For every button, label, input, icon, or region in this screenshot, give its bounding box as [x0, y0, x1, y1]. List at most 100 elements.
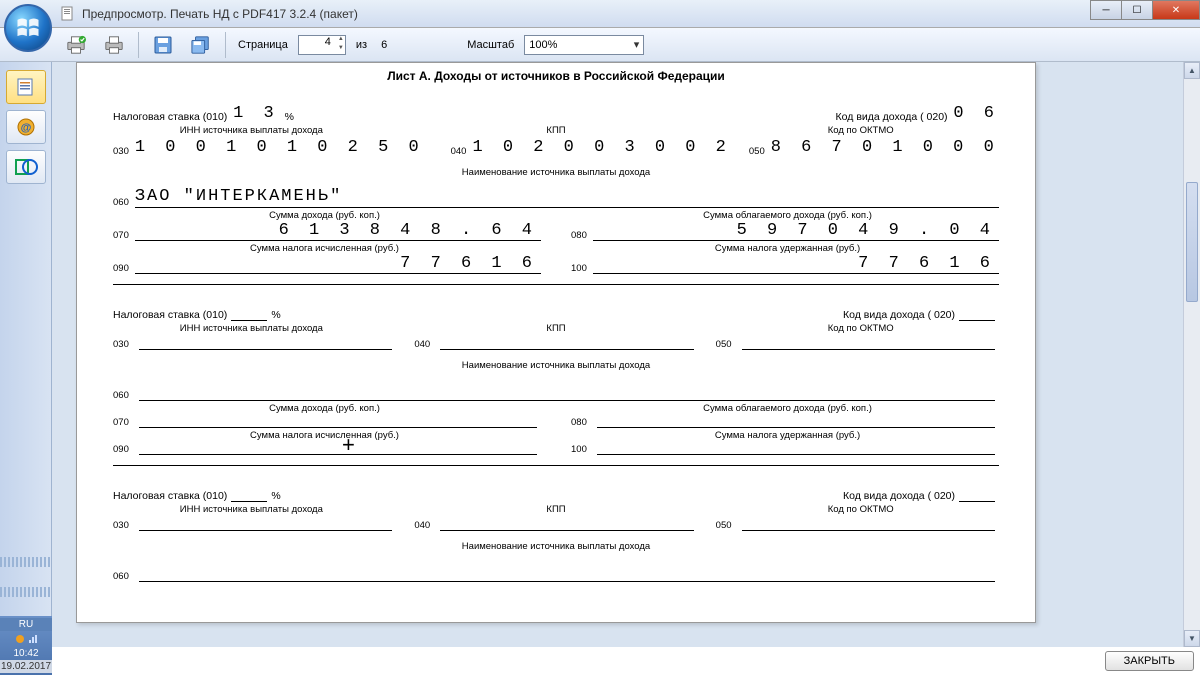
- save-button[interactable]: [147, 31, 179, 59]
- code-080: 080: [571, 230, 587, 241]
- source-name-label-3: Наименование источника выплаты дохода: [113, 541, 999, 552]
- kpp-label-3: КПП: [418, 504, 695, 515]
- oktmo-label-2: Код по ОКТМО: [722, 323, 999, 334]
- percent-label-3: %: [271, 490, 280, 502]
- system-tray: RU 10:42 19.02.2017: [0, 616, 52, 675]
- floppy-icon: [153, 35, 173, 55]
- percent-label-2: %: [271, 309, 280, 321]
- code-070-2: 070: [113, 417, 129, 428]
- windows-logo-icon: [14, 14, 42, 42]
- app-icon: [60, 6, 76, 22]
- code-040-2: 040: [414, 339, 430, 350]
- close-button[interactable]: ЗАКРЫТЬ: [1105, 651, 1194, 671]
- scroll-up-icon[interactable]: ▲: [1184, 62, 1200, 79]
- tax-held-label-2: Сумма налога удержанная (руб.): [576, 430, 999, 441]
- printer-icon: [103, 35, 125, 55]
- rate-value: 1 3: [233, 104, 279, 123]
- zoom-label: Масштаб: [467, 39, 514, 51]
- tray-icon-1[interactable]: [15, 634, 25, 644]
- source-name-value: ЗАО "ИНТЕРКАМЕНЬ": [135, 187, 999, 208]
- inn-label: ИНН источника выплаты дохода: [113, 125, 390, 136]
- kpp-label: КПП: [418, 125, 695, 136]
- scrollbar-thumb[interactable]: [1186, 182, 1198, 302]
- printer-check-icon: [65, 35, 87, 55]
- income-code-label-3: Код вида дохода ( 020): [843, 490, 955, 502]
- code-060-2: 060: [113, 390, 129, 401]
- income-code-value: 0 6: [953, 104, 999, 123]
- income-block-2: Налоговая ставка (010) % Код вида дохода…: [113, 297, 999, 466]
- page-total: 6: [381, 39, 387, 51]
- page-value: 4: [325, 36, 331, 48]
- income-sum-label-2: Сумма дохода (руб. коп.): [113, 403, 536, 414]
- zoom-select[interactable]: 100%: [524, 35, 644, 55]
- tax-calc-label: Сумма налога исчисленная (руб.): [113, 243, 536, 254]
- code-100-2: 100: [571, 444, 587, 455]
- income-code-label-2: Код вида дохода ( 020): [843, 309, 955, 321]
- vertical-scrollbar[interactable]: ▲ ▼: [1183, 62, 1200, 647]
- page-spinner[interactable]: 4: [298, 35, 346, 55]
- taxable-sum-label-2: Сумма облагаемого дохода (руб. коп.): [576, 403, 999, 414]
- of-label: из: [356, 39, 367, 51]
- svg-text:@: @: [20, 122, 31, 134]
- sidepanel-btn-1[interactable]: [6, 70, 46, 104]
- taxcalc-value: 7 7 6 1 6: [135, 254, 541, 274]
- maximize-button[interactable]: ☐: [1121, 0, 1153, 20]
- rate-label-2: Налоговая ставка (010): [113, 309, 227, 321]
- percent-label: %: [285, 111, 294, 123]
- code-080-2: 080: [571, 417, 587, 428]
- sidepanel-btn-2[interactable]: @: [6, 110, 46, 144]
- window-title: Предпросмотр. Печать НД с PDF417 3.2.4 (…: [82, 7, 358, 21]
- toolbar: Страница 4 из 6 Масштаб 100%: [0, 28, 1200, 62]
- signal-icon[interactable]: [28, 634, 38, 644]
- code-060: 060: [113, 197, 129, 208]
- rate-label-3: Налоговая ставка (010): [113, 490, 227, 502]
- taxable-value: 5 9 7 0 4 9 . 0 4: [593, 221, 999, 241]
- save-all-button[interactable]: [185, 31, 217, 59]
- tax-held-label: Сумма налога удержанная (руб.): [576, 243, 999, 254]
- shape-icon: [14, 157, 38, 177]
- print-setup-button[interactable]: [60, 31, 92, 59]
- income-block-1: Налоговая ставка (010) 1 3 % Код вида до…: [113, 99, 999, 285]
- at-icon: @: [15, 117, 37, 137]
- code-050-2: 050: [716, 339, 732, 350]
- window-close-button[interactable]: ✕: [1152, 0, 1200, 20]
- floppy-multi-icon: [190, 35, 212, 55]
- minimize-button[interactable]: ─: [1090, 0, 1122, 20]
- sidepanel-btn-3[interactable]: [6, 150, 46, 184]
- oktmo-label: Код по ОКТМО: [722, 125, 999, 136]
- code-090: 090: [113, 263, 129, 274]
- inn-label-3: ИНН источника выплаты дохода: [113, 504, 390, 515]
- tray-lang[interactable]: RU: [0, 618, 52, 631]
- page-label: Страница: [238, 39, 288, 51]
- kpp-label-2: КПП: [418, 323, 695, 334]
- taxheld-value: 7 7 6 1 6: [593, 254, 999, 274]
- income-code-label: Код вида дохода ( 020): [836, 111, 948, 123]
- kpp-value: 1 0 2 0 0 3 0 0 2: [472, 138, 730, 157]
- code-050-3: 050: [716, 520, 732, 531]
- code-030: 030: [113, 146, 129, 157]
- code-100: 100: [571, 263, 587, 274]
- start-orb[interactable]: [4, 4, 52, 52]
- income-sum-label: Сумма дохода (руб. коп.): [113, 210, 536, 221]
- document-page: Лист А. Доходы от источников в Российско…: [76, 62, 1036, 623]
- code-040: 040: [451, 146, 467, 157]
- print-button[interactable]: [98, 31, 130, 59]
- inn-label-2: ИНН источника выплаты дохода: [113, 323, 390, 334]
- tax-calc-label-2: Сумма налога исчисленная (руб.): [113, 430, 536, 441]
- panel-grip[interactable]: [0, 557, 52, 567]
- taxable-sum-label: Сумма облагаемого дохода (руб. коп.): [576, 210, 999, 221]
- code-070: 070: [113, 230, 129, 241]
- doc-title: Лист А. Доходы от источников в Российско…: [113, 63, 999, 93]
- code-030-2: 030: [113, 339, 129, 350]
- zoom-value: 100%: [529, 39, 557, 51]
- tray-date: 19.02.2017: [0, 660, 52, 673]
- code-040-3: 040: [414, 520, 430, 531]
- code-060-3: 060: [113, 571, 129, 582]
- scroll-down-icon[interactable]: ▼: [1184, 630, 1200, 647]
- panel-grip-2[interactable]: [0, 587, 52, 597]
- income-value: 6 1 3 8 4 8 . 6 4: [135, 221, 541, 241]
- source-name-label-2: Наименование источника выплаты дохода: [113, 360, 999, 371]
- oktmo-value: 8 6 7 0 1 0 0 0: [771, 138, 999, 157]
- tray-time: 10:42: [0, 647, 52, 660]
- rate-label: Налоговая ставка (010): [113, 111, 227, 123]
